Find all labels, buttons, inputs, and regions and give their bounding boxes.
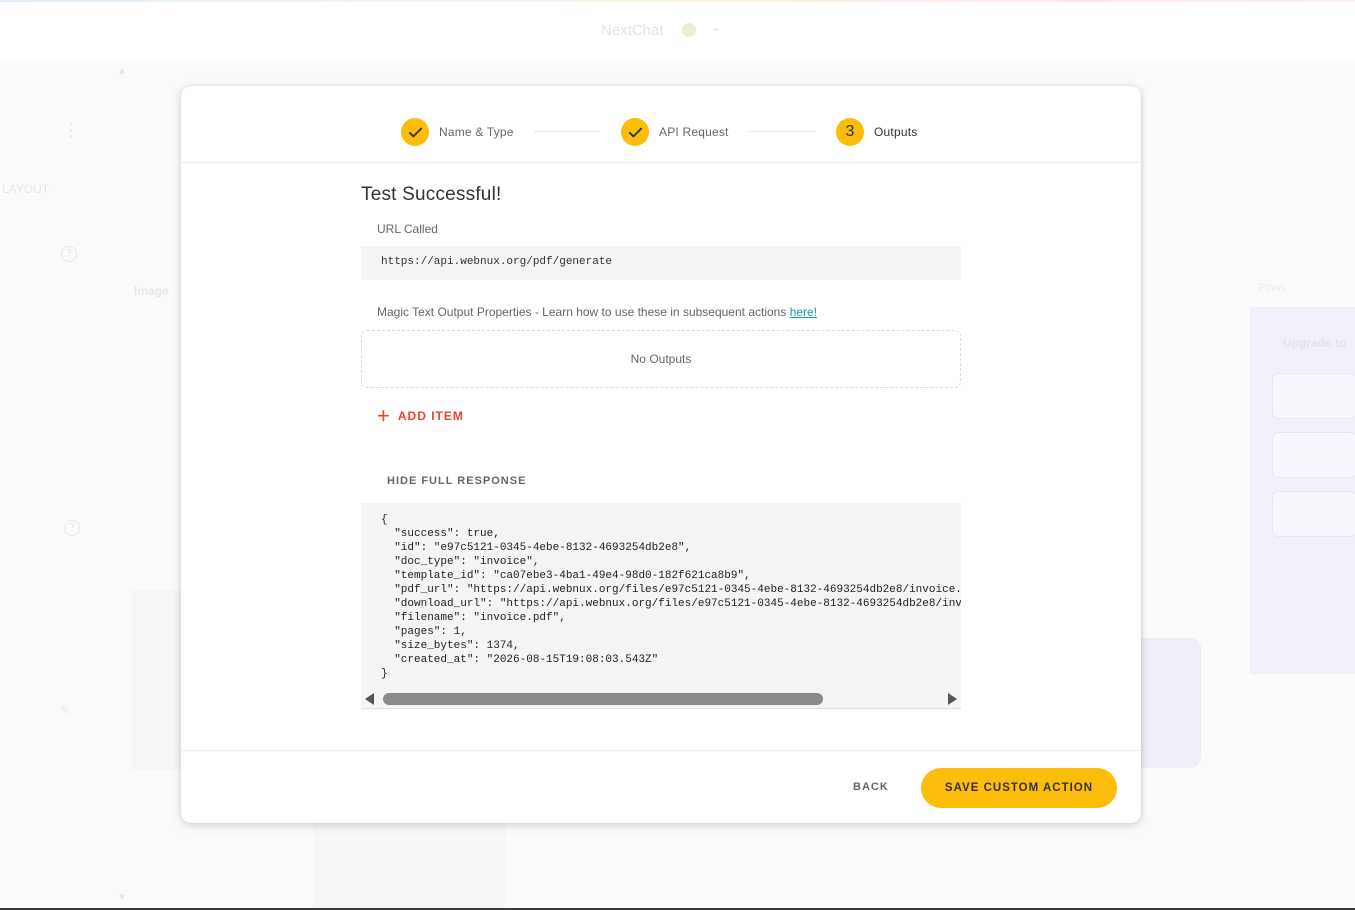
modal-footer: BACK SAVE CUSTOM ACTION: [181, 750, 1141, 824]
background-plan-card: [1272, 373, 1355, 419]
plus-icon: +: [377, 403, 390, 428]
magic-text-description: Magic Text Output Properties - Learn how…: [377, 305, 817, 319]
background-plans-label: Plans: [1258, 282, 1286, 294]
background-lower-panel: [313, 822, 506, 910]
step-outputs[interactable]: 3 Outputs: [836, 117, 917, 147]
hide-full-response-toggle[interactable]: HIDE FULL RESPONSE: [387, 475, 526, 487]
scrollbar-thumb[interactable]: [383, 693, 823, 705]
pencil-icon: ✎: [60, 703, 71, 717]
custom-action-modal: Name & Type API Request 3 Outputs Test S…: [181, 86, 1141, 823]
step-label: Outputs: [874, 125, 918, 139]
verified-icon: [682, 23, 696, 37]
back-button[interactable]: BACK: [853, 781, 889, 793]
background-card: [1141, 638, 1201, 768]
help-icon: ?: [61, 246, 77, 262]
background-top-bar: [0, 0, 1355, 60]
add-item-label: ADD ITEM: [397, 409, 464, 423]
stepper: Name & Type API Request 3 Outputs: [181, 86, 1141, 163]
background-app-title: NextChat: [601, 22, 664, 39]
arrow-down-icon: ▼: [117, 892, 127, 903]
scroll-right-icon[interactable]: [948, 693, 957, 705]
page-title: Test Successful!: [361, 184, 502, 205]
step-api-request[interactable]: API Request: [621, 117, 729, 147]
no-outputs-text: No Outputs: [630, 352, 692, 366]
full-response-box[interactable]: { "success": true, "id": "e97c5121-0345-…: [361, 503, 961, 709]
save-custom-action-button[interactable]: SAVE CUSTOM ACTION: [921, 768, 1117, 808]
background-layout-label: LAYOUT: [2, 182, 50, 196]
background-left-panel: [132, 590, 182, 770]
step-number: 3: [836, 118, 864, 146]
url-called-value: https://api.webnux.org/pdf/generate: [361, 246, 961, 280]
arrow-up-icon: ▲: [117, 66, 127, 77]
background-image-label: Image: [134, 284, 169, 298]
step-connector: [535, 131, 599, 132]
add-item-button[interactable]: + ADD ITEM: [377, 403, 464, 428]
url-called-label: URL Called: [377, 222, 438, 236]
response-json: { "success": true, "id": "e97c5121-0345-…: [381, 514, 961, 680]
background-gradient-line: [0, 0, 1355, 2]
magic-text-label: Magic Text Output Properties - Learn how…: [377, 305, 787, 319]
step-label: API Request: [659, 125, 729, 139]
step-name-type[interactable]: Name & Type: [401, 117, 514, 147]
outputs-list: No Outputs: [361, 330, 961, 388]
check-icon: [401, 118, 429, 146]
horizontal-scrollbar[interactable]: [361, 690, 961, 708]
step-label: Name & Type: [439, 125, 514, 139]
background-upgrade-title: Upgrade to: [1283, 336, 1347, 350]
scroll-left-icon[interactable]: [365, 693, 374, 705]
check-icon: [621, 118, 649, 146]
help-icon-2: ?: [64, 520, 80, 536]
chevron-down-icon: ⌄: [711, 20, 722, 34]
step-connector: [749, 131, 815, 132]
more-vertical-icon: ⋮: [62, 120, 80, 140]
background-plan-card: [1272, 491, 1355, 537]
learn-more-link[interactable]: here!: [790, 305, 817, 319]
background-plan-card: [1272, 432, 1355, 478]
